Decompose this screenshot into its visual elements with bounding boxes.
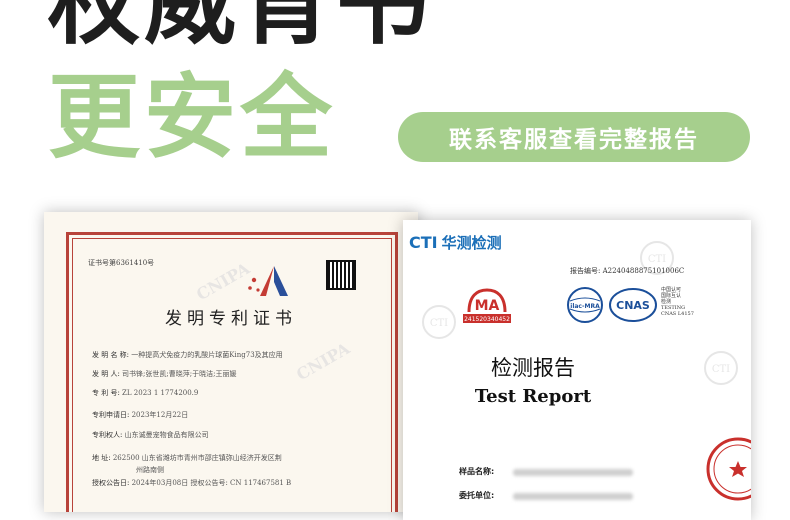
test-report-image: CTI CTI CTI CTI 华测检测 报告编号: A224048887510… bbox=[403, 220, 751, 520]
watermark-seal-label: CTI bbox=[430, 318, 448, 329]
redacted-value bbox=[513, 469, 633, 476]
cnas-label: CNAS bbox=[616, 299, 650, 312]
report-field-label: 样品名称: bbox=[459, 467, 495, 476]
report-title-en: Test Report bbox=[474, 386, 592, 407]
cti-logo: CTI bbox=[409, 233, 438, 252]
watermark-seal-icon: CTI bbox=[704, 351, 738, 385]
patent-certificate-image: CNIPA CNIPA 证书号第6361410号 发明专利证书 发 明 名 称:… bbox=[44, 212, 418, 512]
certificate-number: 证书号第6361410号 bbox=[88, 259, 155, 267]
headline-line-2: 更安全 bbox=[48, 64, 337, 171]
certificate-row: 专利权人: 山东诚曼宠物食品有限公司 bbox=[92, 431, 209, 439]
certificate-row: 发 明 人: 司书锋;张世凯;曹晓萍;于晓洁;王丽媛 bbox=[92, 370, 237, 378]
headline-line-1: 权威背书 bbox=[48, 0, 433, 57]
certificate-row: 发 明 名 称: 一种提高犬免疫力的乳酸片球菌King73及其应用 bbox=[92, 351, 283, 359]
certificate-row: 授权公告日: 2024年03月08日 授权公告号: CN 117467581 B bbox=[92, 479, 292, 487]
patent-emblem-icon bbox=[248, 266, 288, 296]
watermark-seal-icon: CTI bbox=[422, 305, 456, 339]
contact-support-button[interactable]: 联系客服查看完整报告 bbox=[398, 112, 750, 162]
cti-brand: CTI 华测检测 bbox=[409, 232, 502, 253]
brand-name: 华测检测 bbox=[441, 234, 502, 252]
ilac-mra-icon: ilac-MRA bbox=[567, 287, 603, 323]
cma-number: 241520340452 bbox=[464, 316, 510, 323]
certificate-row: 专 利 号: ZL 2023 1 1774200.9 bbox=[92, 389, 199, 397]
certificate-title: 发明专利证书 bbox=[165, 309, 297, 329]
qr-code bbox=[326, 260, 356, 290]
certificate-row: 专利申请日: 2023年12月22日 bbox=[92, 411, 189, 419]
certificate-row: 地 址: 262500 山东省潍坊市青州市邵庄镇弥山经济开发区荆 bbox=[92, 454, 282, 462]
certificate-row: 州路南侧 bbox=[136, 466, 164, 474]
cma-label: MA bbox=[475, 298, 500, 314]
redacted-value bbox=[513, 493, 633, 500]
report-field-label: 委托单位: bbox=[459, 491, 495, 500]
report-number: 报告编号: A2240488875101006C bbox=[570, 267, 685, 275]
watermark-seal-label: CTI bbox=[648, 254, 666, 265]
report-title-cn: 检测报告 bbox=[491, 356, 575, 380]
ilac-mra-label: ilac-MRA bbox=[570, 303, 600, 310]
cnas-caption: 中国认可 国际互认 检测 TESTING CNAS L4157 bbox=[661, 287, 694, 317]
cma-mark-icon: MA 241520340452 bbox=[463, 288, 511, 323]
cnas-icon: CNAS bbox=[609, 288, 657, 322]
red-seal-stamp-icon bbox=[706, 437, 751, 501]
watermark-seal-label: CTI bbox=[712, 364, 730, 375]
